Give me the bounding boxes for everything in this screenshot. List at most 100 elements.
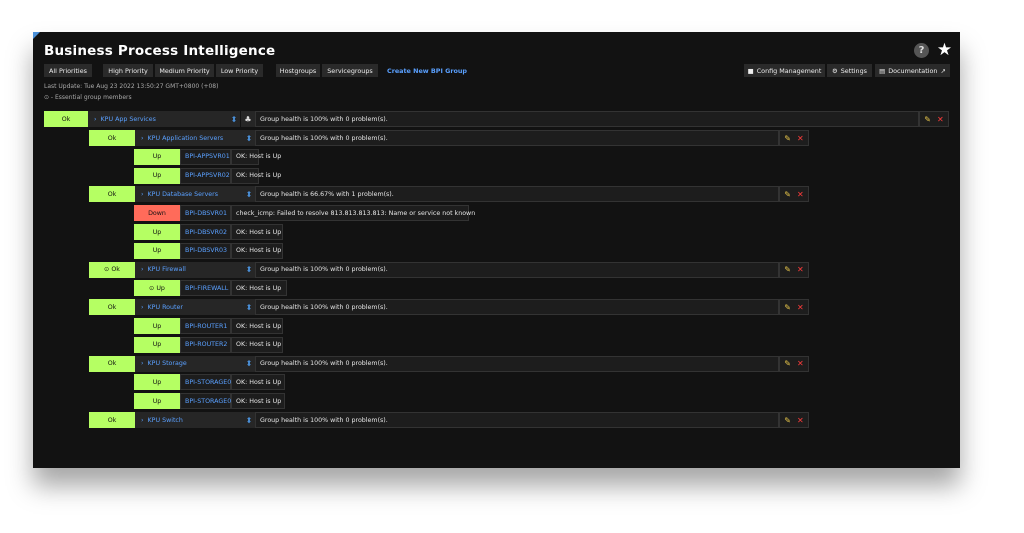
sort-icon[interactable]: ⬍ <box>228 111 240 127</box>
tab-hostgroups[interactable]: Hostgroups <box>276 64 320 77</box>
host-name-link[interactable]: BPI-STORAGE02 <box>180 393 235 410</box>
tab-high-priority[interactable]: High Priority <box>103 64 153 77</box>
delete-icon[interactable]: ✕ <box>797 190 804 199</box>
delete-icon[interactable]: ✕ <box>797 134 804 143</box>
host-status: Up <box>134 318 180 334</box>
host-status: Down <box>134 205 180 222</box>
root-group-status: Ok <box>44 111 88 127</box>
group-status: Ok <box>89 355 135 372</box>
delete-icon[interactable]: ✕ <box>797 303 804 312</box>
documentation-button[interactable]: ▤ Documentation ↗ <box>875 64 950 77</box>
edit-icon[interactable]: ✎ <box>924 115 931 124</box>
host-message: OK: Host is Up <box>231 374 285 391</box>
host-status: ⊙ Up <box>134 280 180 297</box>
host-message: OK: Host is Up <box>231 336 283 353</box>
hierarchy-icon[interactable]: ♣ <box>241 111 255 127</box>
host-name-link[interactable]: BPI-ROUTER2 <box>180 336 231 353</box>
group-actions: ✎ ✕ <box>779 355 809 372</box>
host-status: Up <box>134 374 180 391</box>
page-title: Business Process Intelligence <box>44 43 276 59</box>
group-name[interactable]: › KPU Firewall <box>135 261 243 278</box>
group-message: Group health is 100% with 0 problem(s). <box>255 130 779 146</box>
create-new-bpi-group-link[interactable]: Create New BPI Group <box>385 64 469 77</box>
help-icon[interactable]: ? <box>914 43 929 58</box>
documentation-label: Documentation <box>888 66 938 75</box>
config-management-button[interactable]: ■ Config Management <box>744 64 825 77</box>
edit-icon[interactable]: ✎ <box>784 134 791 143</box>
chevron-right-icon: › <box>141 134 144 142</box>
group-name[interactable]: › KPU Application Servers <box>135 130 243 146</box>
chevron-right-icon: › <box>141 266 144 274</box>
group-message: Group health is 100% with 0 problem(s). <box>255 299 779 316</box>
host-name-link[interactable]: BPI-DBSVR02 <box>180 224 231 240</box>
host-status: Up <box>134 148 180 165</box>
host-message: OK: Host is Up <box>231 242 283 259</box>
bpi-window: Business Process Intelligence ? ★ All Pr… <box>33 32 960 468</box>
sort-icon[interactable]: ⬍ <box>243 412 255 428</box>
host-status: Up <box>134 242 180 259</box>
group-name-label: KPU Switch <box>147 416 183 424</box>
edit-icon[interactable]: ✎ <box>784 190 791 199</box>
host-status: Up <box>134 393 180 410</box>
group-name-label: KPU Database Servers <box>147 190 219 198</box>
host-name-link[interactable]: BPI-FIREWALL <box>180 280 231 297</box>
group-status: Ok <box>89 412 135 428</box>
host-message: check_icmp: Failed to resolve 813.813.81… <box>231 205 475 222</box>
delete-icon[interactable]: ✕ <box>797 265 804 274</box>
group-actions: ✎ ✕ <box>779 186 809 203</box>
host-name-link[interactable]: BPI-DBSVR01 <box>180 205 231 222</box>
group-message: Group health is 66.67% with 1 problem(s)… <box>255 186 779 203</box>
group-name[interactable]: › KPU Database Servers <box>135 186 243 203</box>
host-message: OK: Host is Up <box>231 318 283 334</box>
tab-servicegroups[interactable]: Servicegroups <box>322 64 378 77</box>
host-message: OK: Host is Up <box>231 393 285 410</box>
tab-medium-priority[interactable]: Medium Priority <box>155 64 214 77</box>
sort-icon[interactable]: ⬍ <box>243 355 255 372</box>
document-icon: ▤ <box>879 66 886 75</box>
host-message: OK: Host is Up <box>231 280 287 297</box>
group-name-label: KPU Firewall <box>147 266 186 274</box>
root-group-message: Group health is 100% with 0 problem(s). <box>255 111 919 127</box>
group-status: Ok <box>89 299 135 316</box>
group-message: Group health is 100% with 0 problem(s). <box>255 355 779 372</box>
settings-button[interactable]: ⚙ Settings <box>827 64 872 77</box>
delete-icon[interactable]: ✕ <box>797 359 804 368</box>
group-actions: ✎ ✕ <box>779 412 809 428</box>
group-name[interactable]: › KPU Switch <box>135 412 243 428</box>
group-name[interactable]: › KPU Storage <box>135 355 243 372</box>
group-name[interactable]: › KPU Router <box>135 299 243 316</box>
delete-icon[interactable]: ✕ <box>797 416 804 425</box>
tab-low-priority[interactable]: Low Priority <box>216 64 263 77</box>
host-status: Up <box>134 336 180 353</box>
root-group-name[interactable]: › KPU App Services <box>88 111 228 127</box>
sort-icon[interactable]: ⬍ <box>243 261 255 278</box>
host-name-link[interactable]: BPI-APPSVR02 <box>180 167 231 184</box>
root-group-name-label: KPU App Services <box>100 115 156 123</box>
host-name-link[interactable]: BPI-ROUTER1 <box>180 318 231 334</box>
group-status: Ok <box>89 186 135 203</box>
settings-label: Settings <box>840 66 867 75</box>
tab-all-priorities[interactable]: All Priorities <box>44 64 92 77</box>
group-actions: ✎ ✕ <box>779 261 809 278</box>
host-name-link[interactable]: BPI-DBSVR03 <box>180 242 231 259</box>
chevron-right-icon: › <box>94 115 97 123</box>
sort-icon[interactable]: ⬍ <box>243 299 255 316</box>
external-link-icon: ↗ <box>940 66 946 75</box>
group-name-label: KPU Storage <box>147 360 187 368</box>
edit-icon[interactable]: ✎ <box>784 303 791 312</box>
gear-icon: ⚙ <box>832 66 838 75</box>
chevron-right-icon: › <box>141 416 144 424</box>
star-icon[interactable]: ★ <box>937 42 952 59</box>
last-update-text: Last Update: Tue Aug 23 2022 13:50:27 GM… <box>44 83 219 90</box>
sort-icon[interactable]: ⬍ <box>243 130 255 146</box>
group-status: Ok <box>89 130 135 146</box>
sort-icon[interactable]: ⬍ <box>243 186 255 203</box>
edit-icon[interactable]: ✎ <box>784 359 791 368</box>
edit-icon[interactable]: ✎ <box>784 416 791 425</box>
chevron-right-icon: › <box>141 190 144 198</box>
host-name-link[interactable]: BPI-STORAGE01 <box>180 374 235 391</box>
edit-icon[interactable]: ✎ <box>784 265 791 274</box>
host-name-link[interactable]: BPI-APPSVR01 <box>180 148 231 165</box>
essential-members-note: ⊙ - Essential group members <box>44 94 132 101</box>
delete-icon[interactable]: ✕ <box>937 115 944 124</box>
